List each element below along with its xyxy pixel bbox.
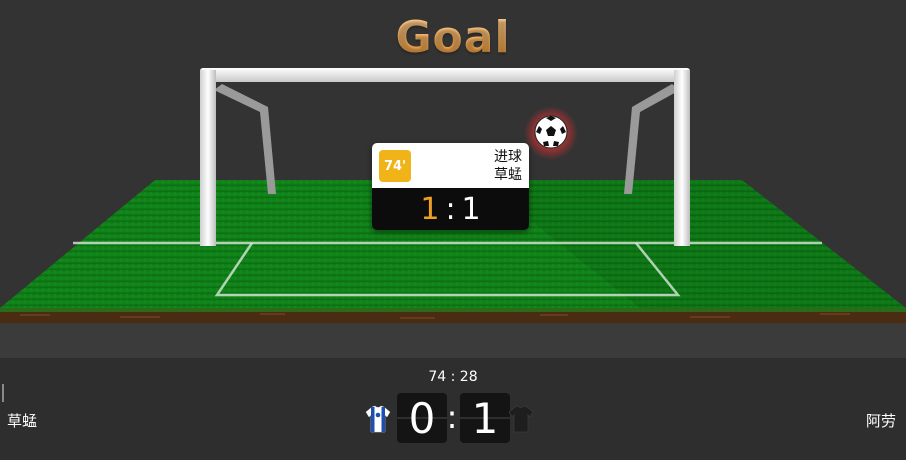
popup-score-separator: : — [445, 191, 456, 227]
home-jersey-icon — [365, 405, 391, 433]
away-score: 1 — [471, 393, 499, 443]
away-team-name: 阿劳 — [865, 412, 896, 430]
home-score-box: 0 — [397, 393, 447, 443]
away-score-box: 1 — [460, 393, 510, 443]
match-animation-stage: Goal 74' 进球 草蜢 1: 1 — [0, 0, 906, 358]
home-score: 0 — [408, 393, 436, 443]
event-type-label: 进球 — [494, 149, 522, 165]
goal-right-support — [624, 84, 680, 194]
score-separator: : — [446, 398, 458, 436]
event-team-label: 草蜢 — [494, 167, 522, 183]
goal-event-popup: 74' 进球 草蜢 1 : 1 — [372, 143, 529, 230]
away-jersey-icon — [508, 405, 534, 433]
home-team-name: 草蜢 — [7, 412, 38, 430]
popup-away-score: 1 — [461, 191, 481, 227]
event-info: 进球 草蜢 — [494, 148, 522, 184]
stage-bottom-band — [0, 323, 906, 358]
popup-home-score: 1 — [420, 191, 440, 227]
goal-crossbar — [200, 68, 690, 82]
match-clock: 74 : 28 — [428, 369, 478, 385]
pitch-soil-grass-line — [0, 308, 906, 312]
event-minute-badge: 74' — [379, 150, 411, 182]
goal-right-post — [674, 70, 690, 246]
popup-score: 1 : 1 — [372, 188, 529, 230]
goal-title: Goal — [0, 12, 906, 63]
popup-header: 74' 进球 草蜢 — [372, 143, 529, 188]
goal-left-post — [200, 70, 216, 246]
soccer-ball-icon — [523, 105, 579, 161]
goal-left-support — [214, 84, 276, 194]
left-edge-marker — [2, 384, 4, 402]
